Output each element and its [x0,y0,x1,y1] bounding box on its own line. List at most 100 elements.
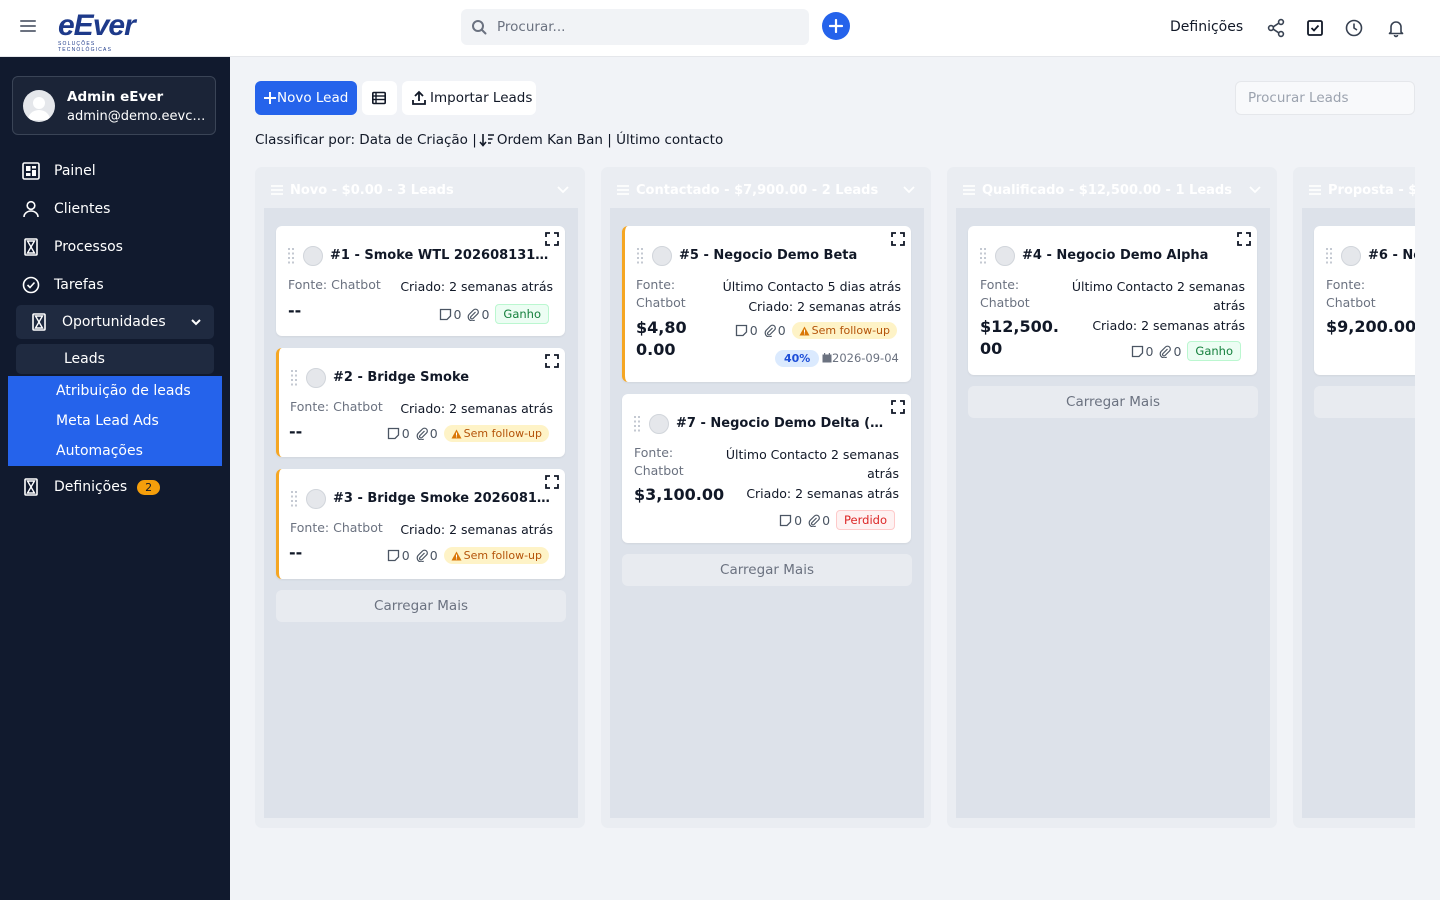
lead-amount: $9,200.00 [1326,317,1415,336]
due-date: 2026-09-04 [822,351,899,365]
lead-title[interactable]: #6 - Negocio Demo Gamma [1368,248,1415,263]
sidebar-item-meta-lead-ads[interactable]: Meta Lead Ads [8,406,222,436]
lead-card[interactable]: #6 - Negocio Demo Gamma Fonte: Chatbot $… [1314,226,1415,375]
column-title: Contactado - $7,900.00 - 2 Leads [636,183,879,198]
lead-created: Criado: 2 semanas atrás [400,522,553,537]
chevron-down-icon[interactable] [557,186,569,194]
sidebar-item-label: Leads [64,351,105,367]
kanban-column: Qualificado - $12,500.00 - 1 Leads #4 - … [947,167,1277,828]
plus-icon [829,19,843,33]
sidebar-item-leads[interactable]: Leads [16,344,214,374]
column-header[interactable]: Proposta - $9,200.00 - 1 Leads [1293,167,1415,208]
note-icon [387,427,399,440]
sidebar-item-clientes[interactable]: Clientes [22,197,110,221]
lead-created: Criado: 2 semanas atrás [746,486,899,501]
drag-handle-icon[interactable] [1326,248,1332,264]
lead-card[interactable]: #3 - Bridge Smoke 20260813153633 Fonte: … [276,469,565,579]
sidebar: Admin eEver admin@demo.eevcrm.com Painel… [0,57,230,900]
expand-icon[interactable] [545,475,559,489]
drag-handle-icon[interactable] [291,370,297,386]
avatar [652,246,672,266]
avatar [649,414,669,434]
expand-icon[interactable] [891,400,905,414]
column-header[interactable]: Contactado - $7,900.00 - 2 Leads [601,167,931,208]
lead-created: Criado: 2 semanas atrás [1092,318,1245,333]
load-more-button[interactable]: Carregar Mais [968,386,1258,418]
status-badge: Ganho [495,304,549,324]
lead-title[interactable]: #4 - Negocio Demo Alpha [1022,248,1232,263]
share-icon[interactable] [1266,18,1286,38]
status-label: Sem follow-up [463,427,542,440]
lead-created: Criado: 2 semanas atrás [748,299,901,314]
expand-icon[interactable] [1237,232,1251,246]
search-input[interactable] [497,9,797,45]
search-icon [472,20,487,35]
drag-handle-icon[interactable] [634,416,640,432]
sort-kanban-order[interactable]: Ordem Kan Ban [497,132,603,148]
sidebar-item-oportunidades[interactable]: Oportunidades [16,305,214,339]
avatar [306,489,326,509]
lead-title[interactable]: #2 - Bridge Smoke [333,370,553,385]
bell-icon[interactable] [1386,18,1406,38]
chevron-down-icon[interactable] [903,186,915,194]
sidebar-item-lead-assignment[interactable]: Atribuição de leads [8,376,222,406]
lead-last-contact: Último Contacto 2 semanas atrás [1071,279,1245,313]
column-header[interactable]: Novo - $0.00 - 3 Leads [255,167,585,208]
sidebar-item-label: Meta Lead Ads [56,413,159,429]
sidebar-item-processos[interactable]: Processos [22,235,123,259]
load-more-button[interactable]: Carregar Mais [622,554,912,586]
status-badge: Ganho [1187,341,1241,361]
chevron-down-icon[interactable] [1249,186,1261,194]
clock-icon[interactable] [1344,18,1364,38]
attachments-count: 0 [1173,343,1182,359]
lead-card[interactable]: #2 - Bridge Smoke Fonte: Chatbot Criado:… [276,348,565,457]
settings-link[interactable]: Definições [1170,19,1243,35]
expand-icon[interactable] [545,232,559,246]
lead-title[interactable]: #5 - Negocio Demo Beta [679,248,889,263]
load-more-button[interactable] [1314,386,1415,418]
expand-icon[interactable] [545,354,559,368]
drag-handle-icon[interactable] [291,491,297,507]
status-badge: Sem follow-up [791,322,897,339]
lead-last-contact: Último Contacto 5 dias atrás [722,279,901,294]
drag-handle-icon[interactable] [288,248,294,264]
sidebar-item-automations[interactable]: Automações [8,436,222,466]
lead-search-input[interactable] [1248,82,1408,114]
sidebar-item-definicoes[interactable]: Definições 2 [22,475,161,499]
lead-title[interactable]: #1 - Smoke WTL 20260813192832 [330,248,550,263]
lead-search [1235,81,1415,115]
drag-handle-icon[interactable] [637,248,643,264]
kanban-board: Novo - $0.00 - 3 Leads #1 - Smoke WTL 20… [255,167,1415,830]
import-leads-button[interactable]: Importar Leads [402,81,536,115]
lead-card[interactable]: #4 - Negocio Demo Alpha Fonte: Chatbot Ú… [968,226,1257,375]
column-title: Novo - $0.00 - 3 Leads [290,183,454,198]
list-view-button[interactable] [362,81,397,115]
lead-card[interactable]: #5 - Negocio Demo Beta Fonte: Chatbot Úl… [622,226,911,382]
user-icon [23,200,39,218]
user-card[interactable]: Admin eEver admin@demo.eevcrm.com [12,76,216,135]
sort-last-contact[interactable]: Último contacto [616,132,723,148]
sidebar-item-painel[interactable]: Painel [22,159,96,183]
lead-card[interactable]: #7 - Negocio Demo Delta (perda) Fonte: C… [622,394,911,543]
lead-title[interactable]: #7 - Negocio Demo Delta (perda) [676,416,886,431]
notes-count: 0 [1145,343,1154,359]
attachments-count: 0 [822,512,831,528]
paperclip-icon [1160,345,1172,358]
logo-subtitle: SOLUÇÕES TECNOLÓGICAS [58,41,113,53]
column-header[interactable]: Qualificado - $12,500.00 - 1 Leads [947,167,1277,208]
logo[interactable]: eEver SOLUÇÕES TECNOLÓGICAS [58,11,150,54]
menu-icon[interactable] [20,20,36,34]
sort-by-creation[interactable]: Data de Criação [359,132,468,148]
new-lead-button[interactable]: Novo Lead [255,81,357,115]
checkbox-task-icon[interactable] [1305,18,1325,38]
drag-handle-icon[interactable] [980,248,986,264]
lead-title[interactable]: #3 - Bridge Smoke 20260813153633 [333,491,551,506]
sidebar-item-tarefas[interactable]: Tarefas [22,273,104,297]
load-more-button[interactable]: Carregar Mais [276,590,566,622]
lead-card[interactable]: #1 - Smoke WTL 20260813192832 Fonte: Cha… [276,226,565,336]
paperclip-icon [468,308,480,321]
menu-lines-icon [963,185,975,195]
expand-icon[interactable] [891,232,905,246]
quick-add-button[interactable] [822,12,850,40]
attachments-count: 0 [777,323,786,338]
